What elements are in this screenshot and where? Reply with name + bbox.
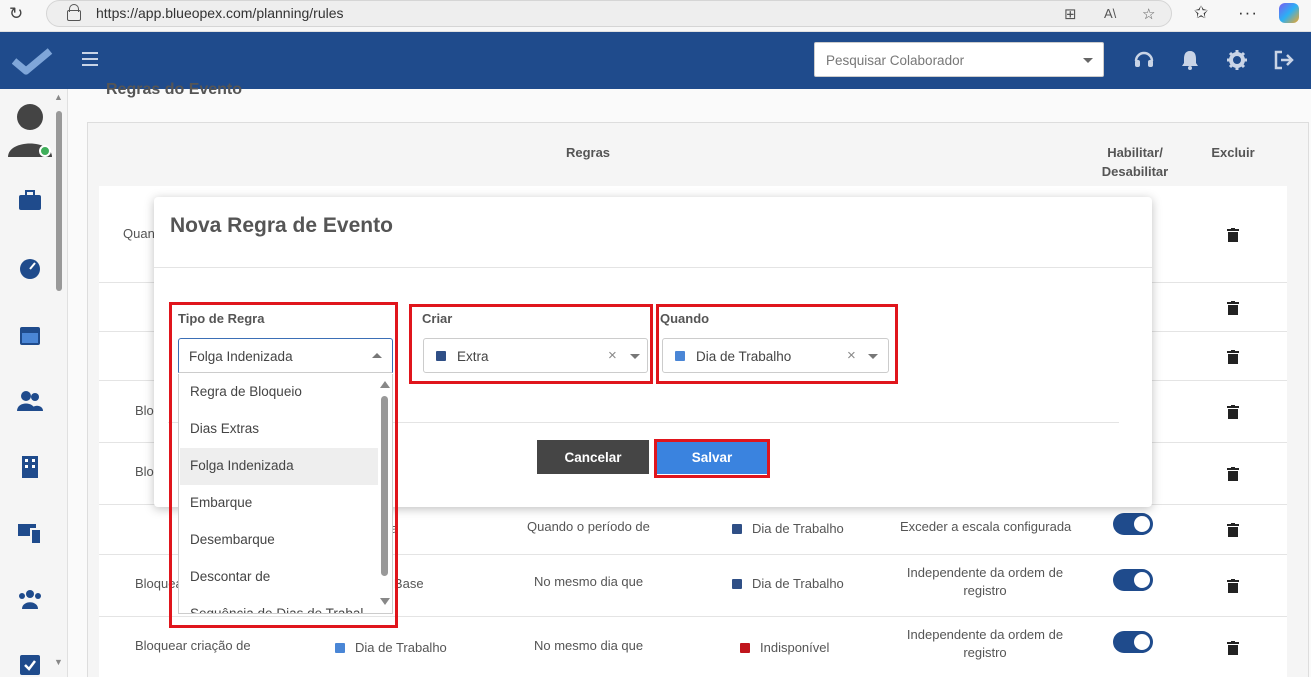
headset-icon[interactable] [1133, 49, 1155, 71]
row-event-type: Dia de Trabalho [732, 520, 844, 538]
row-event-label: Indisponível [760, 640, 830, 655]
building-icon[interactable] [17, 455, 43, 479]
lock-icon [67, 4, 81, 21]
color-swatch [732, 524, 742, 534]
row-event-label: Dia de Trabalho [752, 521, 844, 536]
url-text: https://app.blueopex.com/planning/rules [96, 5, 344, 21]
calendar-icon[interactable] [17, 323, 43, 347]
row-target-label: Dia de Trabalho [355, 640, 447, 655]
app-logo-icon[interactable] [12, 47, 54, 75]
scroll-down-icon[interactable]: ▼ [54, 657, 63, 667]
highlight-when [656, 304, 898, 384]
menu-icon[interactable] [82, 52, 98, 66]
search-collaborator-placeholder: Pesquisar Colaborador [826, 53, 965, 68]
star-icon[interactable]: ☆ [1142, 5, 1155, 23]
trash-icon[interactable] [1227, 523, 1239, 537]
row-condition: Quan [123, 226, 155, 241]
column-header-enable: Habilitar/ Desabilitar [1101, 145, 1169, 179]
team-icon[interactable] [17, 587, 43, 611]
reload-icon[interactable]: ↻ [9, 4, 23, 24]
divider [154, 267, 1152, 268]
highlight-create [409, 304, 653, 384]
color-swatch [740, 643, 750, 653]
row-condition: Bloquear criação de [135, 638, 251, 653]
checkbox-icon[interactable] [17, 653, 43, 677]
devices-icon[interactable] [17, 521, 43, 545]
trash-icon[interactable] [1227, 405, 1239, 419]
more-icon[interactable]: ··· [1238, 3, 1258, 23]
grid-icon[interactable]: ⊞ [1064, 5, 1077, 23]
column-header-delete: Excluir [1211, 145, 1255, 160]
row-event-label: Dia de Trabalho [752, 576, 844, 591]
trash-icon[interactable] [1227, 350, 1239, 364]
copilot-icon[interactable] [1279, 3, 1299, 23]
row-event-type: Dia de Trabalho [732, 575, 844, 593]
row-order: Independente da ordem de registro [906, 627, 1064, 660]
column-header-rules: Regras [565, 145, 611, 160]
browser-toolbar: ↻ https://app.blueopex.com/planning/rule… [0, 0, 1311, 32]
favorites-icon[interactable]: ✩ [1194, 3, 1208, 23]
enable-toggle[interactable] [1113, 569, 1153, 591]
chevron-down-icon [1083, 58, 1093, 63]
trash-icon[interactable] [1227, 301, 1239, 315]
row-order: Exceder a escala configurada [900, 519, 1072, 534]
read-aloud-icon[interactable]: A\ [1104, 6, 1116, 21]
row-when: No mesmo dia que [534, 638, 644, 653]
trash-icon[interactable] [1227, 228, 1239, 242]
sidebar-scrollbar[interactable] [56, 111, 62, 291]
avatar[interactable] [6, 101, 54, 159]
search-collaborator-select[interactable]: Pesquisar Colaborador [814, 42, 1104, 77]
color-swatch [732, 579, 742, 589]
users-icon[interactable] [17, 389, 43, 413]
dashboard-icon[interactable] [17, 257, 43, 281]
trash-icon[interactable] [1227, 641, 1239, 655]
gear-icon[interactable] [1226, 49, 1248, 71]
enable-toggle[interactable] [1113, 631, 1153, 653]
sidebar: ▲ ▼ [0, 89, 68, 677]
highlight-rule-type [169, 302, 398, 628]
cancel-button[interactable]: Cancelar [537, 440, 649, 474]
section-title: Regras do Evento [106, 81, 243, 98]
briefcase-icon[interactable] [17, 189, 43, 213]
row-condition: Blo [135, 464, 154, 479]
row-when: No mesmo dia que [534, 574, 644, 589]
row-when: Quando o período de [527, 519, 650, 534]
color-swatch [335, 643, 345, 653]
modal-title: Nova Regra de Evento [170, 214, 393, 237]
enable-toggle[interactable] [1113, 513, 1153, 535]
address-bar[interactable]: https://app.blueopex.com/planning/rules … [46, 0, 1172, 27]
row-target: Dia de Trabalho [335, 639, 447, 657]
scroll-up-icon[interactable]: ▲ [54, 92, 63, 102]
trash-icon[interactable] [1227, 579, 1239, 593]
bell-icon[interactable] [1179, 49, 1201, 71]
highlight-save [654, 439, 770, 478]
row-order: Independente da ordem de registro [906, 565, 1064, 598]
logout-icon[interactable] [1273, 49, 1295, 71]
trash-icon[interactable] [1227, 467, 1239, 481]
row-event-type: Indisponível [740, 639, 829, 657]
